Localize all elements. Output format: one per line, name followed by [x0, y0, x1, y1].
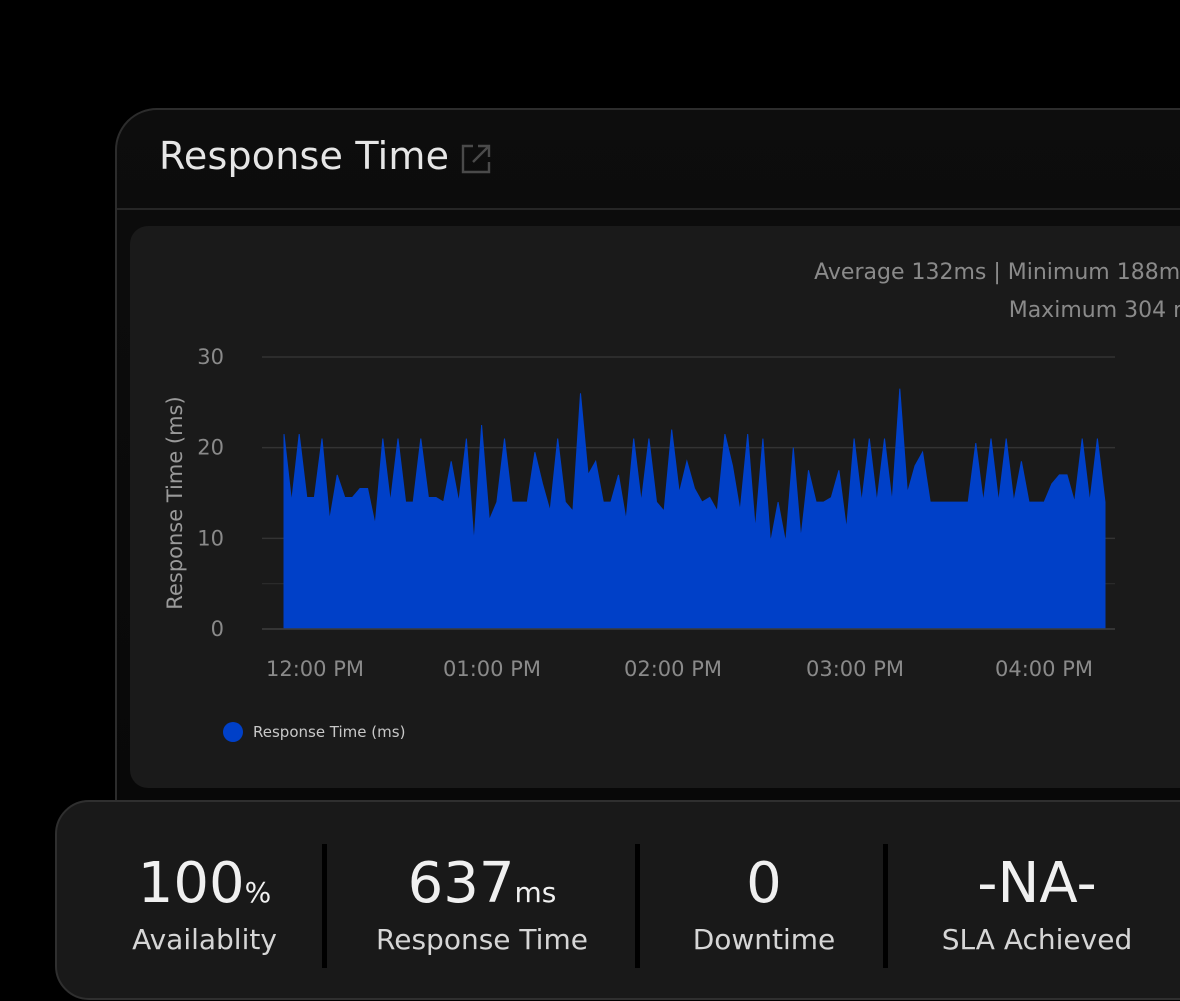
stats-divider: [635, 844, 640, 968]
y-axis-label: Response Time (ms): [163, 396, 187, 609]
stat-availability-unit: %: [244, 876, 272, 909]
stat-downtime-label: Downtime: [692, 923, 836, 956]
stat-sla-achieved: -NA- SLA Achieved: [932, 854, 1142, 957]
stat-response-time-label: Response Time: [376, 923, 588, 956]
y-tick-label: 0: [211, 617, 224, 641]
x-tick-label: 04:00 PM: [995, 657, 1093, 681]
x-tick-label: 12:00 PM: [266, 657, 364, 681]
stat-downtime: 0 Downtime: [684, 854, 844, 957]
chart-legend[interactable]: Response Time (ms): [223, 722, 405, 742]
response-time-area: [283, 388, 1106, 630]
y-tick-label: 30: [197, 345, 224, 369]
stat-downtime-value: 0: [746, 851, 782, 916]
x-tick-label: 03:00 PM: [806, 657, 904, 681]
stats-divider: [883, 844, 888, 968]
stat-availability-label: Availablity: [132, 923, 277, 956]
y-tick-label: 20: [197, 436, 224, 460]
stat-response-time-unit: ms: [514, 876, 557, 909]
y-tick-label: 10: [197, 526, 224, 550]
card-header: Response Time: [117, 110, 1180, 210]
stats-divider: [322, 844, 327, 968]
card-title: Response Time: [159, 134, 450, 178]
stat-response-time-value: 637: [407, 851, 515, 916]
x-tick-label: 02:00 PM: [624, 657, 722, 681]
response-time-chart: 0 10 20 30 Response Time (ms) 12:00 PM 01:00 P…: [163, 345, 1115, 681]
stat-sla-label: SLA Achieved: [941, 923, 1133, 956]
stats-bar: 100% Availablity 637ms Response Time 0 D…: [55, 800, 1180, 1000]
legend-swatch: [223, 722, 243, 742]
x-tick-label: 01:00 PM: [443, 657, 541, 681]
external-link-icon[interactable]: [460, 143, 492, 175]
monitor-screen: Response Time Average 132ms | Minimum 18…: [0, 0, 1180, 1001]
stat-availability-value: 100: [137, 851, 245, 916]
legend-label: Response Time (ms): [253, 723, 406, 741]
stat-response-time: 637ms Response Time: [372, 854, 592, 957]
chart-panel: Average 132ms | Minimum 188ms | Maximum …: [130, 226, 1180, 788]
stat-availability: 100% Availablity: [132, 854, 277, 957]
response-time-card: Response Time Average 132ms | Minimum 18…: [115, 108, 1180, 828]
stat-sla-value: -NA-: [977, 851, 1097, 916]
